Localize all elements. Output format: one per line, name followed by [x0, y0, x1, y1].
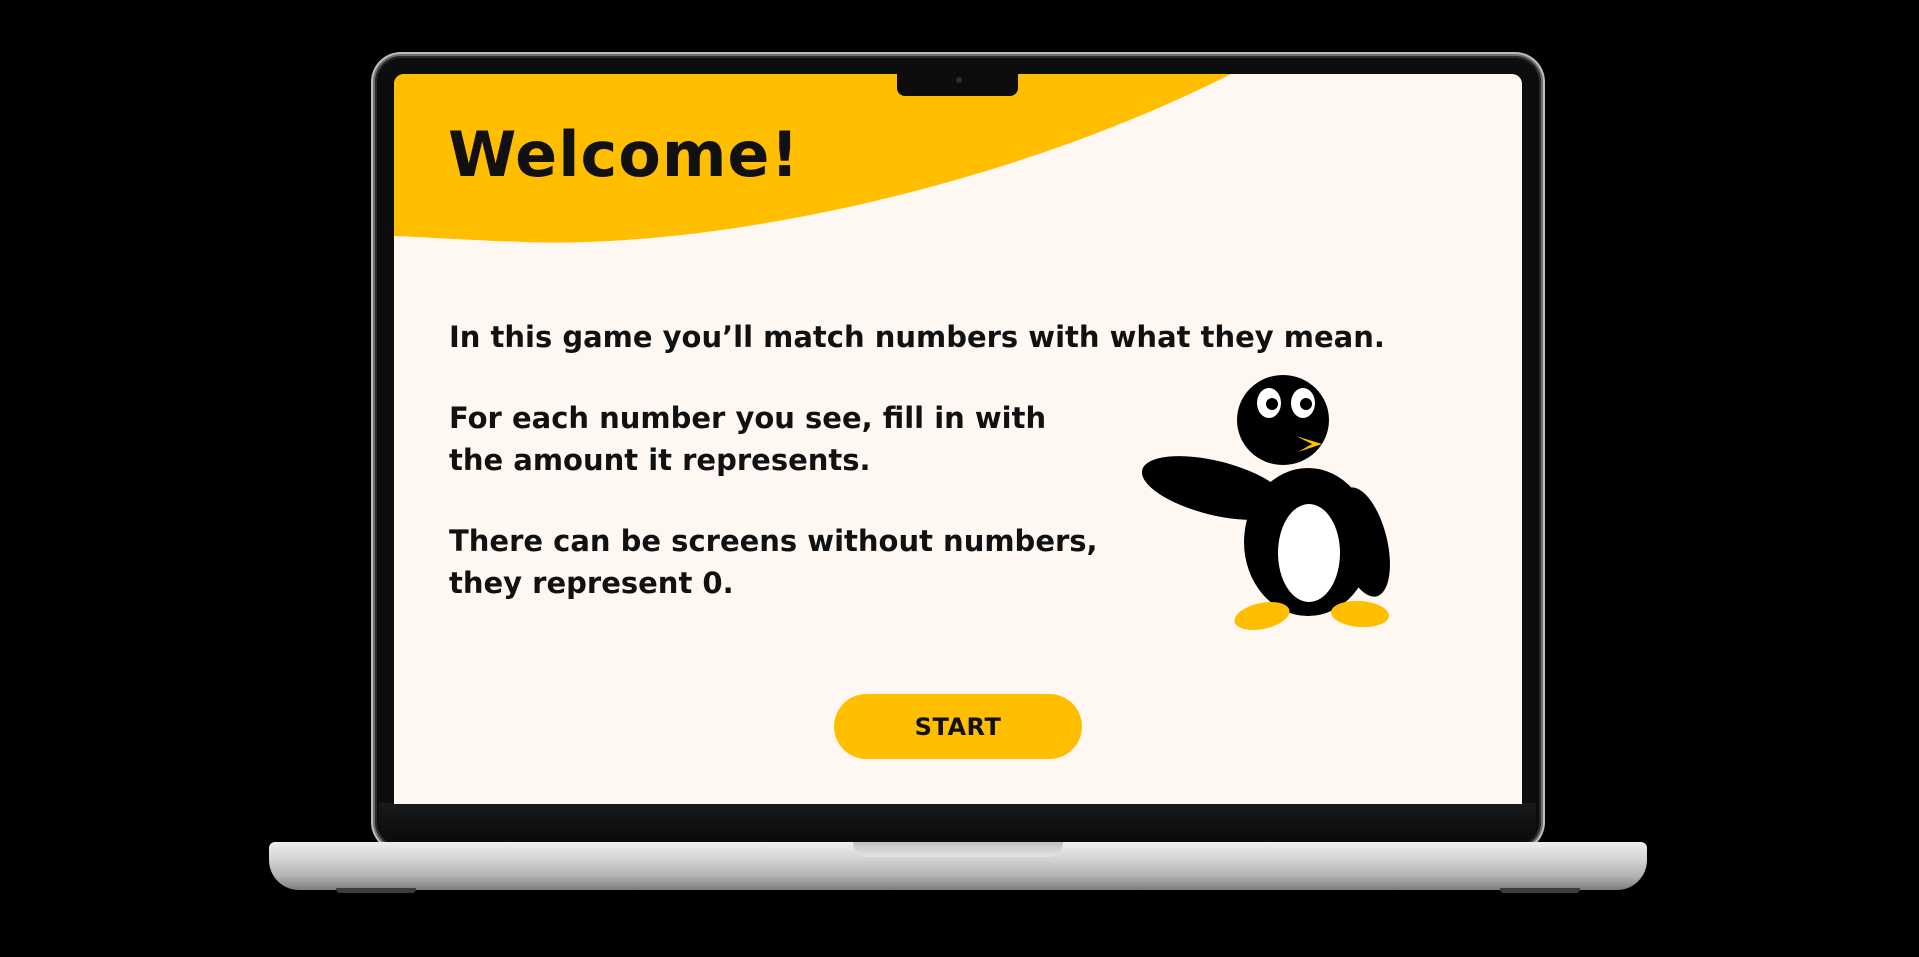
camera-icon: [956, 77, 962, 83]
start-button[interactable]: START: [834, 694, 1082, 759]
instruction-text-line2: the amount it represents.: [449, 443, 871, 477]
app-screen: Welcome! In this game you’ll match numbe…: [394, 74, 1522, 804]
note-text-line1: There can be screens without numbers,: [449, 524, 1098, 558]
laptop-foot-left: [336, 888, 416, 893]
intro-text: In this game you’ll match numbers with w…: [449, 320, 1385, 354]
laptop-foot-right: [1500, 888, 1580, 893]
laptop-opening-notch: [853, 842, 1063, 857]
penguin-mascot-icon: [1141, 375, 1390, 630]
laptop-bezel: [379, 803, 1536, 843]
instruction-text-line1: For each number you see, fill in with: [449, 401, 1047, 435]
page-title: Welcome!: [448, 118, 800, 191]
note-text-line2: they represent 0.: [449, 566, 734, 600]
